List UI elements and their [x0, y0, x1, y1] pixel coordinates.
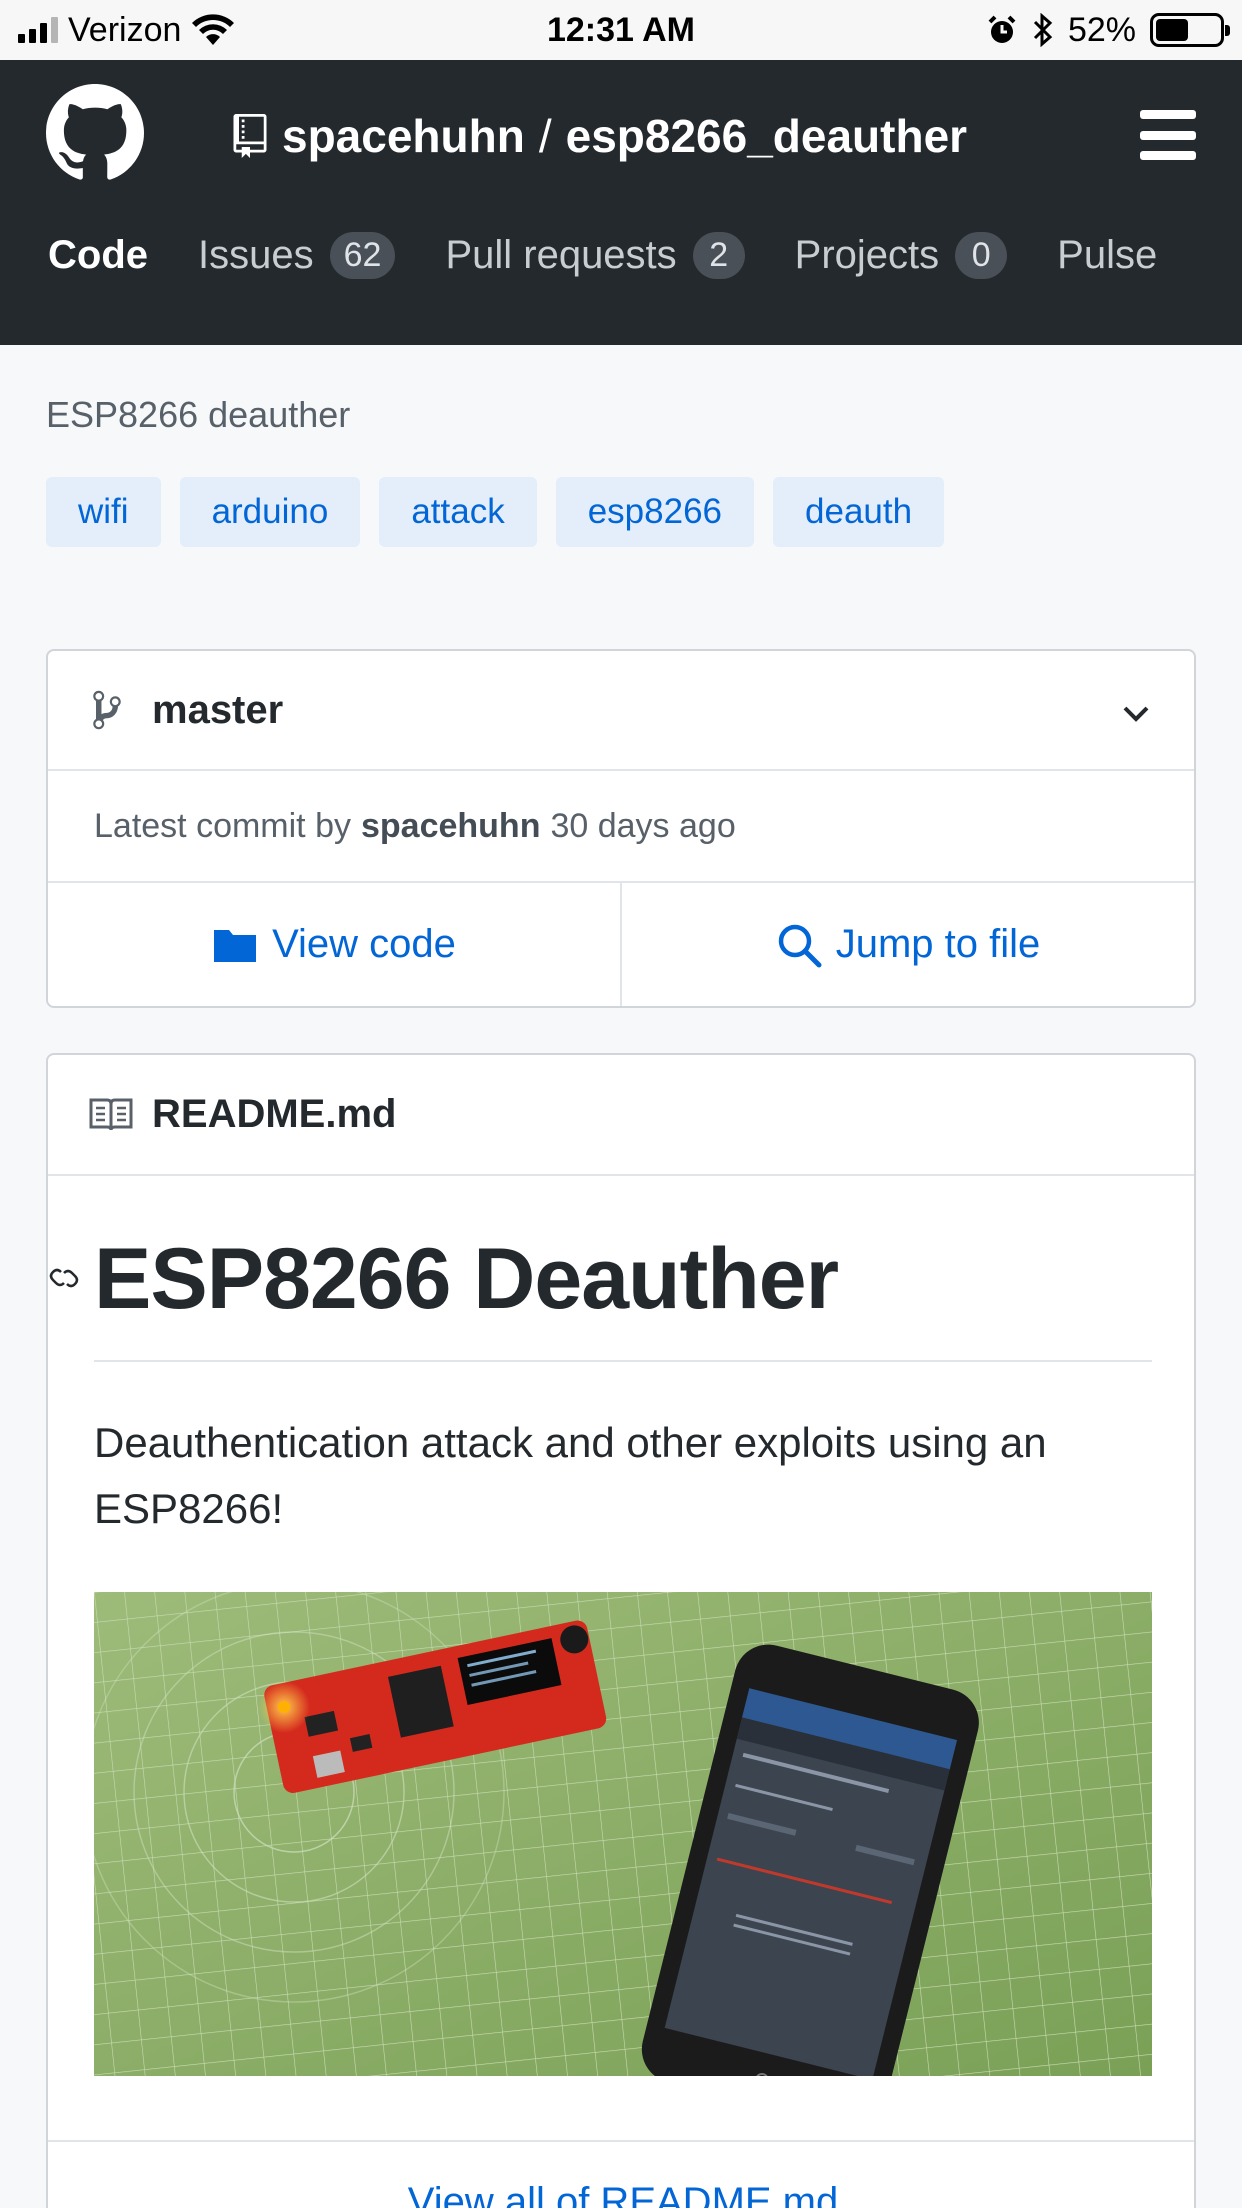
- branch-selector[interactable]: master: [48, 651, 1194, 771]
- topic-tag[interactable]: arduino: [179, 477, 361, 547]
- tab-projects-label: Projects: [794, 233, 940, 277]
- readme-box: README.md ESP8266 Deauther Deauthenticat…: [46, 1053, 1196, 2208]
- commit-author[interactable]: spacehuhn: [361, 807, 540, 846]
- repo-nav: Code Issues 62 Pull requests 2 Projects …: [48, 232, 1157, 279]
- tab-pull-requests-label: Pull requests: [445, 233, 677, 277]
- repo-name-link[interactable]: esp8266_deauther: [566, 109, 967, 163]
- code-actions: View code Jump to file: [48, 883, 1194, 1006]
- battery-percent: 52%: [1067, 10, 1136, 49]
- view-code-button[interactable]: View code: [48, 883, 622, 1006]
- tab-pulse[interactable]: Pulse: [1057, 232, 1157, 279]
- latest-commit: Latest commit by spacehuhn 30 days ago: [48, 771, 1194, 883]
- readme-intro: Deauthentication attack and other exploi…: [94, 1419, 1047, 1532]
- search-icon: [778, 924, 822, 967]
- commit-time: 30 days ago: [550, 806, 736, 845]
- jump-to-file-button[interactable]: Jump to file: [622, 883, 1194, 1006]
- tab-issues-label: Issues: [198, 233, 314, 277]
- folder-icon: [214, 929, 257, 962]
- tab-projects[interactable]: Projects 0: [795, 232, 1008, 279]
- book-icon: [89, 1098, 133, 1130]
- chevron-down-icon: [1123, 706, 1149, 722]
- status-bar: Verizon 12:31 AM 52%: [0, 0, 1242, 60]
- topic-tag[interactable]: esp8266: [555, 477, 755, 547]
- battery-level: [1156, 19, 1189, 41]
- readme-title: ESP8266 Deauther: [94, 1231, 839, 1327]
- status-right: 52%: [986, 0, 1230, 60]
- repo-owner-link[interactable]: spacehuhn: [282, 109, 525, 163]
- branch-name: master: [152, 687, 284, 732]
- tab-code-label: Code: [48, 233, 148, 277]
- readme-device-photo: [94, 1592, 1152, 2076]
- tab-pulse-label: Pulse: [1057, 233, 1158, 277]
- repo-title: spacehuhn / esp8266_deauther: [232, 106, 967, 166]
- readme-filename: README.md: [152, 1092, 397, 1136]
- link-anchor-icon[interactable]: [46, 1260, 82, 1296]
- bluetooth-icon: [1033, 13, 1053, 47]
- title-divider: [94, 1360, 1152, 1362]
- github-octocat-icon[interactable]: [46, 84, 144, 182]
- issues-count-badge: 62: [329, 232, 396, 279]
- repo-title-separator: /: [538, 110, 552, 162]
- topic-tag[interactable]: wifi: [46, 477, 161, 547]
- tab-issues[interactable]: Issues 62: [198, 232, 396, 279]
- readme-header: README.md: [48, 1055, 1194, 1176]
- tab-code[interactable]: Code: [48, 232, 148, 279]
- git-branch-icon: [93, 690, 121, 730]
- topic-tag[interactable]: attack: [379, 477, 537, 547]
- branch-box: master Latest commit by spacehuhn 30 day…: [46, 649, 1196, 1008]
- hamburger-menu-icon[interactable]: [1140, 110, 1196, 160]
- pull-requests-count-badge: 2: [692, 232, 745, 279]
- battery-icon: [1150, 13, 1230, 47]
- topic-list: wifi arduino attack esp8266 deauth: [46, 477, 945, 547]
- view-all-readme-link[interactable]: View all of README.md: [48, 2140, 1194, 2208]
- repo-header: spacehuhn / esp8266_deauther Code Issues…: [0, 60, 1242, 345]
- repo-icon: [233, 114, 267, 158]
- repo-description: ESP8266 deauther: [46, 394, 351, 435]
- topic-tag[interactable]: deauth: [773, 477, 945, 547]
- jump-to-file-label: Jump to file: [835, 922, 1041, 966]
- projects-count-badge: 0: [955, 232, 1008, 279]
- commit-prefix: Latest commit by: [94, 806, 351, 845]
- alarm-icon: [988, 15, 1016, 43]
- tab-pull-requests[interactable]: Pull requests 2: [445, 232, 745, 279]
- view-code-label: View code: [272, 922, 456, 966]
